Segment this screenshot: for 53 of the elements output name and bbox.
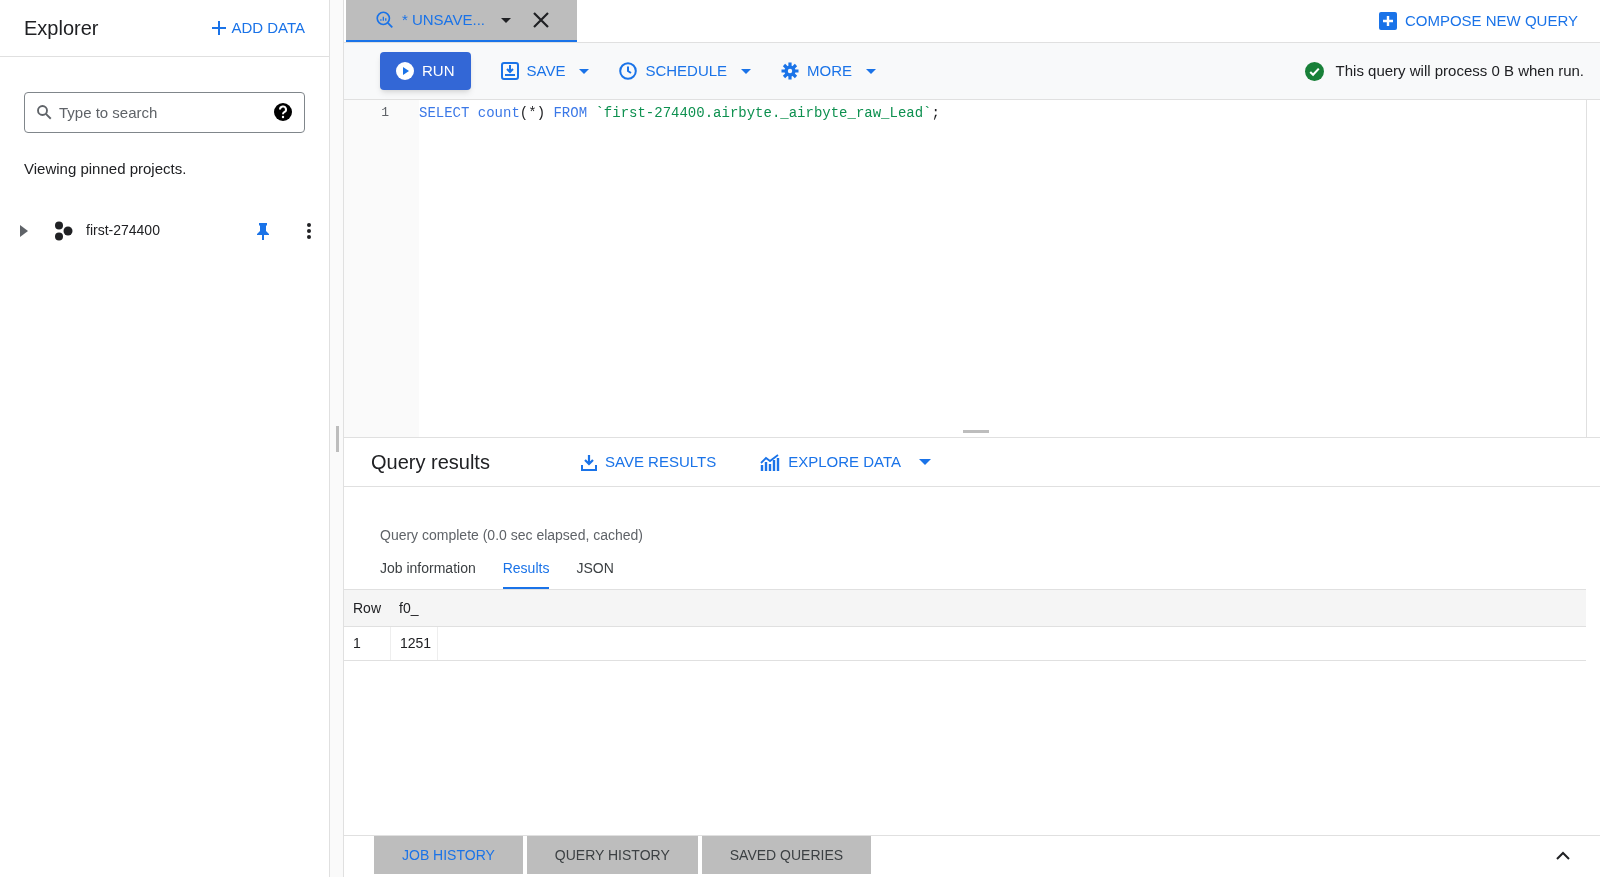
compose-query-button[interactable]: COMPOSE NEW QUERY [1378,0,1600,42]
clock-icon [619,62,638,80]
info-text: Viewing pinned projects. [24,159,188,179]
resize-handle[interactable] [336,425,339,452]
download-icon [581,453,597,471]
chevron-up-icon [1556,850,1570,860]
status-text: Query complete (0.0 sec elapsed, cached) [380,526,645,545]
caret-icon [579,68,590,74]
resize-handle[interactable] [963,430,989,433]
query-icon [376,9,394,31]
code-line: SELECT count(*) FROM `first-274400.airbyte._airbyte_raw_Lead`; [419,104,941,123]
close-icon[interactable] [533,12,549,28]
panel-title: Explorer [24,16,99,41]
line-number: 1 [380,104,390,122]
results-tab[interactable]: Job information [380,558,476,589]
pin-icon[interactable] [256,221,270,240]
history-tab[interactable]: QUERY HISTORY [526,836,698,874]
caret-icon [741,68,752,74]
caret-icon[interactable] [501,17,511,23]
gear-icon [781,62,800,80]
project-name[interactable]: first-274400 [86,220,244,241]
caret-icon [918,459,931,465]
plus-icon [211,20,228,36]
expand-toggle[interactable] [20,224,30,237]
more-options-icon[interactable] [307,222,311,239]
validation-message: This query will process 0 B when run. [1335,60,1584,81]
schedule-button[interactable]: SCHEDULE [619,59,752,83]
check-circle-icon [1304,61,1324,81]
search-icon [35,103,53,121]
save-results-button[interactable]: SAVE RESULTS [581,450,717,474]
save-icon [500,62,519,80]
history-tab[interactable]: JOB HISTORY [374,836,523,874]
tab-label: * UNSAVE... [401,9,485,30]
table-cell: 1251 [390,627,438,660]
section-title: Query results [371,450,491,475]
add-data-button[interactable]: ADD DATA [211,16,305,40]
caret-icon [866,68,877,74]
column-header: f0_ [398,598,420,618]
table-cell-text: 1 [352,634,362,653]
save-button[interactable]: SAVE [500,59,590,83]
chart-icon [760,453,781,471]
search-field[interactable]: Type to search [24,92,305,133]
history-tab[interactable]: SAVED QUERIES [701,836,872,874]
more-button[interactable]: MORE [781,59,877,83]
run-button[interactable]: RUN [380,52,471,90]
column-header: Row [352,598,382,618]
add-box-icon [1378,12,1397,30]
query-tab[interactable]: * UNSAVE... [346,0,577,42]
hexagon-cluster-icon [54,220,74,241]
explore-data-button[interactable]: EXPLORE DATA [760,450,931,474]
play-icon [396,62,414,80]
results-tab[interactable]: JSON [576,558,614,589]
help-icon[interactable] [273,102,293,122]
